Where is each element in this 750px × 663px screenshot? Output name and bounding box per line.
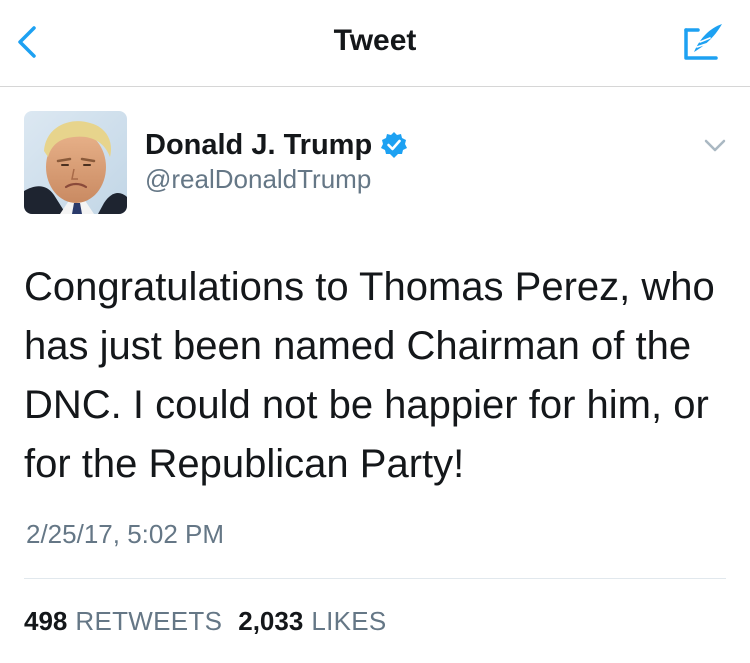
compose-quill-icon: [684, 24, 722, 60]
retweets-count: 498: [24, 606, 68, 636]
divider: [24, 578, 726, 579]
compose-button[interactable]: [680, 20, 728, 64]
author-avatar-image: [24, 111, 127, 214]
likes-count: 2,033: [238, 606, 304, 636]
retweets-label: RETWEETS: [75, 606, 223, 636]
tweet-stats: 498 RETWEETS 2,033 LIKES: [24, 606, 403, 637]
likes-label: LIKES: [311, 606, 387, 636]
tweet-options-button[interactable]: [700, 133, 730, 157]
page-title: Tweet: [333, 24, 417, 57]
tweet-timestamp: 2/25/17, 5:02 PM: [26, 519, 225, 549]
likes-stat[interactable]: 2,033 LIKES: [238, 606, 386, 637]
navigation-bar: Tweet: [0, 0, 750, 87]
retweets-stat[interactable]: 498 RETWEETS: [24, 606, 222, 637]
tweet-text: Congratulations to Thomas Perez, who has…: [24, 265, 715, 486]
author-handle[interactable]: @realDonaldTrump: [145, 164, 408, 195]
author-info[interactable]: Donald J. Trump @realDonaldTrump: [145, 128, 408, 195]
verified-badge-icon: [381, 132, 408, 158]
author-name-row: Donald J. Trump: [145, 128, 408, 162]
avatar[interactable]: [24, 111, 127, 214]
chevron-down-icon: [704, 139, 726, 152]
author-name[interactable]: Donald J. Trump: [145, 129, 372, 162]
